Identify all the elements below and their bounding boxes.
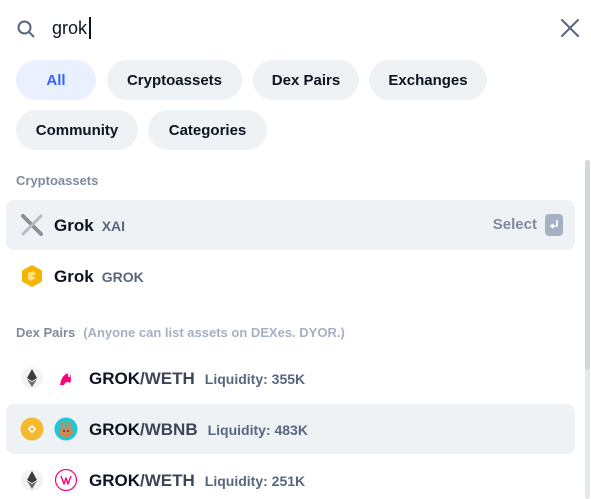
enter-key-icon: [545, 214, 563, 236]
search-icon: [17, 20, 35, 38]
asset-name: Grok: [54, 267, 94, 286]
filter-dex-pairs[interactable]: Dex Pairs: [253, 60, 359, 100]
section-heading-cryptoassets: Cryptoassets: [16, 173, 99, 188]
uniswap-v3-icon: [54, 468, 78, 492]
ethereum-icon: [21, 469, 43, 491]
grok-logo-icon: [22, 265, 42, 287]
dex-pair-row-grok-weth-v3[interactable]: GROK/WETH Liquidity: 251K: [6, 455, 575, 499]
dex-pair-row-grok-weth[interactable]: GROK/WETH Liquidity: 355K: [6, 353, 575, 403]
pair-liquidity: Liquidity: 355K: [204, 371, 306, 387]
scrollbar-thumb[interactable]: [585, 160, 590, 370]
filter-exchanges[interactable]: Exchanges: [369, 60, 487, 100]
filter-cryptoassets[interactable]: Cryptoassets: [107, 60, 242, 100]
asset-symbol: GROK: [101, 269, 144, 285]
filter-community[interactable]: Community: [16, 110, 138, 150]
section-heading-dex-pairs: Dex Pairs (Anyone can list assets on DEXe…: [16, 325, 345, 340]
close-icon[interactable]: [559, 17, 581, 39]
pair-base: GROK: [89, 471, 140, 490]
select-hint: Select: [492, 216, 537, 233]
pair-base: GROK: [89, 420, 140, 439]
asset-symbol: XAI: [101, 218, 126, 234]
search-bar: [0, 0, 591, 56]
filter-all[interactable]: All: [16, 60, 96, 100]
result-row-grok-grok[interactable]: Grok GROK: [6, 251, 575, 301]
pair-liquidity: Liquidity: 251K: [204, 473, 306, 489]
pair-quote: /WETH: [140, 369, 195, 388]
dex-pairs-disclaimer: (Anyone can list assets on DEXes. DYOR.): [83, 325, 345, 340]
pair-quote: /WBNB: [140, 420, 198, 439]
pair-quote: /WETH: [140, 471, 195, 490]
pair-base: GROK: [89, 369, 140, 388]
text-caret: [89, 17, 91, 39]
bnb-chain-icon: [20, 417, 44, 441]
uniswap-icon: [55, 367, 77, 389]
pancakeswap-icon: [54, 417, 78, 441]
ethereum-icon: [21, 367, 43, 389]
x-logo-icon: [21, 214, 43, 236]
dex-pair-row-grok-wbnb[interactable]: GROK/WBNB Liquidity: 483K: [6, 404, 575, 454]
asset-name: Grok: [54, 216, 94, 235]
pair-liquidity: Liquidity: 483K: [207, 422, 308, 438]
result-row-grok-xai[interactable]: Grok XAI Select: [6, 200, 575, 250]
filter-categories[interactable]: Categories: [148, 110, 267, 150]
search-input[interactable]: [52, 14, 512, 42]
dex-pairs-heading: Dex Pairs: [16, 325, 76, 340]
